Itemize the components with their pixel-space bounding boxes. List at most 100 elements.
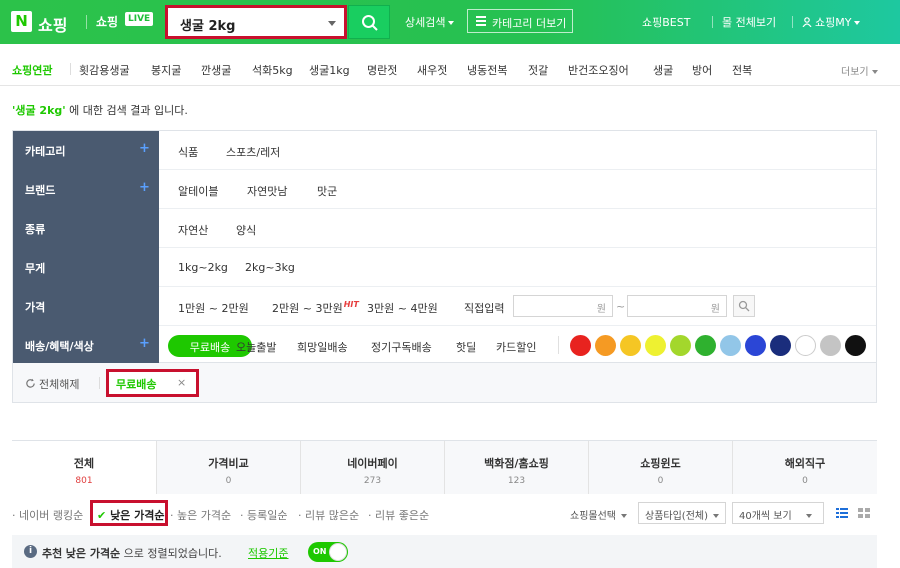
sort-option[interactable]: · 리뷰 많은순: [298, 507, 359, 523]
filter-option[interactable]: 자연산: [178, 222, 208, 238]
mall-view-link[interactable]: 몰 전체보기: [722, 14, 776, 30]
sort-option[interactable]: · 리뷰 좋은순: [368, 507, 429, 523]
filter-row-delivery: 배송/혜택/색상 + 무료배송 오늘출발 희망일배송 정기구독배송 핫딜 카드할인: [13, 326, 876, 363]
filter-row-price: 가격 1만원 ~ 2만원 2만원 ~ 3만원HIT 3만원 ~ 4만원 직접입력…: [13, 287, 876, 326]
sort-option[interactable]: · 네이버 랭킹순: [12, 507, 83, 523]
sort-option[interactable]: · 높은 가격순: [170, 507, 231, 523]
price-max-input[interactable]: 원: [627, 295, 727, 317]
filter-option[interactable]: 알테이블: [178, 183, 218, 199]
color-swatch[interactable]: [670, 335, 691, 356]
filter-option[interactable]: 2만원 ~ 3만원HIT: [272, 300, 359, 316]
sort-option[interactable]: · 등록일순: [240, 507, 287, 523]
my-shopping-menu[interactable]: 쇼핑MY: [802, 14, 861, 30]
selected-filter-tag[interactable]: 무료배송 ×: [106, 369, 199, 397]
notice-text: 추천 낮은 가격순 으로 정렬되었습니다.: [42, 547, 222, 560]
result-tabs: 전체 801 가격비교 0 네이버페이 273 백화점/홈쇼핑 123 쇼핑윈도…: [12, 440, 877, 494]
filter-option[interactable]: 카드할인: [496, 339, 536, 355]
plus-icon[interactable]: +: [139, 141, 150, 156]
filter-row-brand: 브랜드 + 알테이블 자연맛남 맛군: [13, 170, 876, 209]
related-item[interactable]: 봉지굴: [151, 62, 181, 78]
mall-select-dropdown[interactable]: 쇼핑몰선택: [570, 507, 627, 522]
related-item[interactable]: 젓갈: [528, 62, 548, 78]
chevron-down-icon[interactable]: [328, 21, 336, 26]
color-swatch[interactable]: [845, 335, 866, 356]
color-swatch[interactable]: [645, 335, 666, 356]
tab-department-store[interactable]: 백화점/홈쇼핑 123: [444, 441, 588, 494]
filter-option[interactable]: 스포츠/레저: [226, 144, 280, 160]
tab-overseas[interactable]: 해외직구 0: [732, 441, 877, 494]
related-more-button[interactable]: 더보기: [841, 63, 878, 78]
related-item[interactable]: 새우젓: [417, 62, 447, 78]
color-swatch[interactable]: [820, 335, 841, 356]
tab-shopping-window[interactable]: 쇼핑윈도 0: [588, 441, 732, 494]
tab-naverpay[interactable]: 네이버페이 273: [300, 441, 444, 494]
close-icon[interactable]: ×: [177, 376, 186, 389]
plus-icon[interactable]: +: [139, 336, 150, 351]
color-swatch[interactable]: [620, 335, 641, 356]
recommend-toggle[interactable]: ON: [308, 542, 348, 562]
color-swatch[interactable]: [795, 335, 816, 356]
filter-option[interactable]: 희망일배송: [297, 339, 348, 355]
user-icon: [802, 17, 812, 28]
related-item[interactable]: 석화5kg: [252, 62, 293, 78]
filter-label-price: 가격: [13, 287, 159, 326]
related-item[interactable]: 명란젓: [367, 62, 397, 78]
plus-icon[interactable]: +: [139, 180, 150, 195]
tab-price-compare[interactable]: 가격비교 0: [156, 441, 300, 494]
filter-option[interactable]: 자연맛남: [247, 183, 287, 199]
check-icon: ✔: [97, 509, 107, 522]
color-swatch[interactable]: [745, 335, 766, 356]
live-badge[interactable]: LIVE: [125, 12, 154, 26]
related-item[interactable]: 반건조오징어: [568, 62, 629, 78]
related-item[interactable]: 방어: [692, 62, 712, 78]
filter-label-category: 카테고리 +: [13, 131, 159, 170]
color-swatch[interactable]: [695, 335, 716, 356]
product-type-dropdown[interactable]: 상품타입(전체): [638, 502, 726, 524]
related-item[interactable]: 냉동전복: [467, 62, 507, 78]
price-search-button[interactable]: [733, 295, 755, 317]
related-item[interactable]: 깐생굴: [201, 62, 231, 78]
filter-option[interactable]: 1kg~2kg: [178, 261, 228, 274]
related-item[interactable]: 횟감용생굴: [79, 62, 130, 78]
related-item[interactable]: 전복: [732, 62, 752, 78]
per-page-dropdown[interactable]: 40개씩 보기: [732, 502, 824, 524]
header-divider: [86, 15, 87, 29]
shopping-live-text[interactable]: 쇼핑: [96, 13, 118, 30]
sort-notice: i 추천 낮은 가격순 으로 정렬되었습니다. 적용기준 ON: [12, 535, 877, 568]
filter-option[interactable]: 1만원 ~ 2만원: [178, 300, 249, 316]
related-item[interactable]: 생굴: [653, 62, 673, 78]
sort-option-selected[interactable]: ✔ 낮은 가격순: [90, 500, 168, 526]
filter-row-weight: 무게 1kg~2kg 2kg~3kg: [13, 248, 876, 287]
search-button[interactable]: [348, 5, 390, 39]
color-swatch[interactable]: [570, 335, 591, 356]
tab-all[interactable]: 전체 801: [12, 441, 156, 494]
color-swatch[interactable]: [595, 335, 616, 356]
search-input[interactable]: 생굴 2kg: [165, 5, 347, 39]
apply-criteria-link[interactable]: 적용기준: [248, 545, 288, 561]
filter-option[interactable]: 맛군: [317, 183, 337, 199]
grid-view-icon: [858, 508, 870, 518]
color-swatch[interactable]: [720, 335, 741, 356]
filter-option[interactable]: 정기구독배송: [371, 339, 432, 355]
related-item[interactable]: 생굴1kg: [309, 62, 350, 78]
filter-label-kind: 종류: [13, 209, 159, 248]
price-min-input[interactable]: 원: [513, 295, 613, 317]
filter-option[interactable]: 양식: [236, 222, 256, 238]
color-swatch[interactable]: [770, 335, 791, 356]
filter-table: 카테고리 + 식품 스포츠/레저 브랜드 + 알테이블 자연맛남 맛군 종류 자연산…: [12, 130, 877, 363]
category-more-button[interactable]: 카테고리 더보기: [467, 9, 573, 33]
detail-search-button[interactable]: 상세검색: [405, 14, 455, 30]
filter-option[interactable]: 오늘출발: [236, 339, 276, 355]
filter-option[interactable]: 3만원 ~ 4만원: [367, 300, 438, 316]
naver-logo[interactable]: N: [11, 11, 32, 32]
search-icon: [738, 300, 750, 312]
list-view-button[interactable]: [832, 503, 852, 523]
shopping-best-link[interactable]: 쇼핑BEST: [642, 14, 690, 30]
grid-view-button[interactable]: [854, 503, 874, 523]
shopping-logo-text[interactable]: 쇼핑: [38, 12, 67, 36]
filter-option[interactable]: 식품: [178, 144, 198, 160]
filter-option[interactable]: 2kg~3kg: [245, 261, 295, 274]
related-searches: 쇼핑연관 횟감용생굴 봉지굴 깐생굴 석화5kg 생굴1kg 명란젓 새우젓 냉…: [0, 48, 900, 86]
reset-filters-button[interactable]: 전체해제: [25, 376, 79, 392]
filter-option[interactable]: 핫딜: [456, 339, 476, 355]
